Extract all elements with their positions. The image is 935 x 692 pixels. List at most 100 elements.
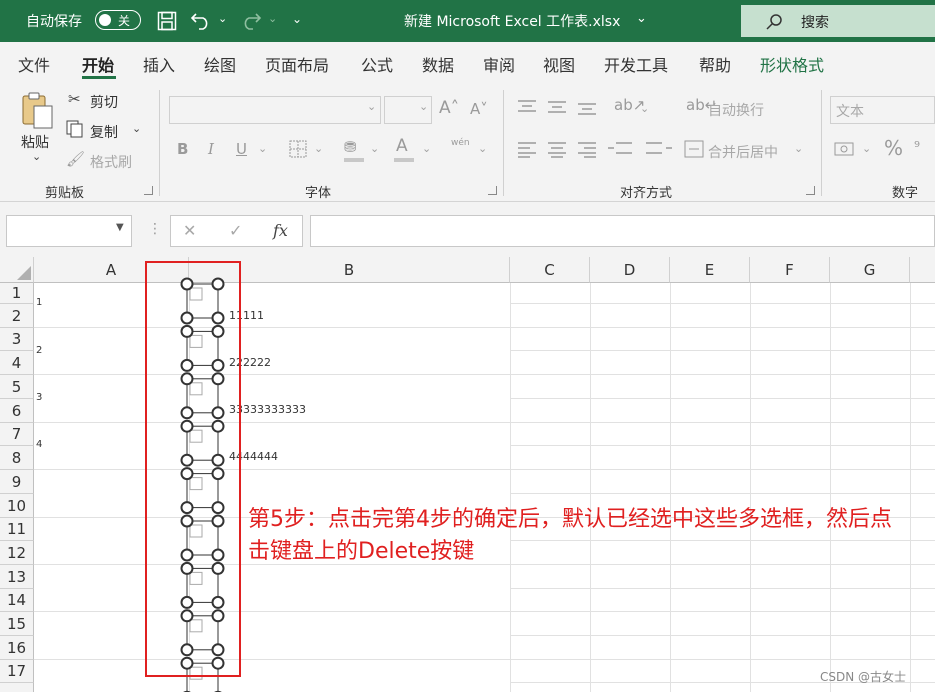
tab-insert[interactable]: 插入: [143, 52, 175, 76]
row-header-16[interactable]: 16: [0, 636, 34, 660]
column-header-g[interactable]: G: [830, 257, 910, 283]
tab-shape-format[interactable]: 形状格式: [760, 52, 824, 76]
column-header-d[interactable]: D: [590, 257, 670, 283]
ribbon-tabs: 文件 开始 插入 绘图 页面布局 公式 数据 审阅 视图 开发工具 帮助 形状格…: [0, 42, 935, 82]
gridline: [510, 283, 511, 692]
formula-bar-grip-icon[interactable]: ⋮: [148, 221, 162, 237]
gridline: [910, 283, 911, 692]
autosave-toggle[interactable]: 关: [95, 10, 141, 30]
gridline: [510, 445, 935, 446]
step-annotation: 第5步：点击完第4步的确定后，默认已经选中这些多选框，然后点击键盘上的Delet…: [248, 507, 892, 564]
tab-developer[interactable]: 开发工具: [604, 52, 668, 76]
copy-button[interactable]: 复制: [90, 122, 118, 142]
copy-dropdown-icon[interactable]: ⌄: [132, 122, 141, 135]
title-dropdown-icon[interactable]: ⌄: [636, 11, 647, 26]
gridline: [830, 283, 831, 692]
enter-icon: ✓: [229, 221, 243, 240]
accounting-dropdown-icon: ⌄: [862, 142, 872, 155]
cell-a7[interactable]: 4: [36, 439, 42, 450]
select-all-icon: [17, 266, 31, 280]
tab-view[interactable]: 视图: [543, 52, 575, 76]
cell-a3[interactable]: 2: [36, 345, 42, 356]
undo-icon[interactable]: [190, 10, 212, 30]
row-header-14[interactable]: 14: [0, 589, 34, 612]
tab-help[interactable]: 帮助: [699, 52, 731, 76]
fill-color-dropdown-icon: ⌄: [370, 142, 380, 155]
gridline: [670, 283, 671, 692]
fill-color-icon: ⛃: [344, 138, 357, 156]
format-painter-icon: 🖌: [66, 150, 86, 168]
row-header-7[interactable]: 7: [0, 423, 34, 446]
number-format-select: 文本: [830, 96, 935, 124]
row-header-12[interactable]: 12: [0, 541, 34, 565]
name-box[interactable]: [6, 215, 132, 247]
customize-toolbar-icon[interactable]: ⌄: [292, 12, 302, 26]
row-header-10[interactable]: 10: [0, 494, 34, 518]
select-all-corner[interactable]: [0, 257, 34, 283]
gridline: [510, 493, 935, 494]
tab-draw[interactable]: 绘图: [204, 52, 236, 76]
insert-function-icon[interactable]: fx: [273, 221, 288, 240]
row-header-9[interactable]: 9: [0, 470, 34, 494]
row-header-17[interactable]: 17: [0, 660, 34, 683]
shrink-font-icon: A˅: [470, 100, 488, 118]
row-header-15[interactable]: 15: [0, 612, 34, 636]
tab-page-layout[interactable]: 页面布局: [265, 52, 329, 76]
number-group-label: 数字: [892, 186, 919, 201]
row-header-13[interactable]: 13: [0, 565, 34, 589]
column-header-h[interactable]: [910, 257, 935, 283]
font-size-dropdown-icon: ⌄: [419, 100, 429, 113]
search-icon: [766, 14, 782, 30]
clipboard-launcher-icon[interactable]: [144, 186, 153, 195]
title-bar: 自动保存 关 ⌄ ⌄ ⌄ 新建 Microsoft Excel 工作表.xlsx…: [0, 0, 935, 42]
paste-icon[interactable]: [20, 90, 56, 130]
search-label: 搜索: [801, 15, 829, 31]
paste-dropdown-icon[interactable]: ⌄: [32, 150, 41, 163]
row-header-2[interactable]: 2: [0, 304, 34, 328]
toggle-knob: [99, 14, 111, 26]
tab-formulas[interactable]: 公式: [361, 52, 393, 76]
name-box-dropdown-icon[interactable]: ▼: [116, 222, 124, 233]
row-header-11[interactable]: 11: [0, 518, 34, 541]
borders-icon: [289, 140, 307, 158]
cell-a5[interactable]: 3: [36, 392, 42, 403]
tab-data[interactable]: 数据: [422, 52, 454, 76]
copy-icon: [66, 120, 83, 138]
search-box[interactable]: 搜索: [741, 5, 935, 37]
alignment-launcher-icon[interactable]: [806, 186, 815, 195]
row-header-6[interactable]: 6: [0, 399, 34, 423]
row-header-18[interactable]: [0, 683, 34, 692]
cut-button[interactable]: 剪切: [90, 92, 118, 112]
grow-font-icon: A˄: [439, 98, 460, 118]
font-launcher-icon[interactable]: [488, 186, 497, 195]
underline-button: U: [236, 140, 247, 158]
save-icon[interactable]: [157, 11, 177, 31]
column-header-c[interactable]: C: [510, 257, 590, 283]
merge-dropdown-icon: ⌄: [794, 142, 804, 155]
format-painter-button: 格式刷: [90, 155, 132, 171]
column-header-f[interactable]: F: [750, 257, 830, 283]
tab-home[interactable]: 开始: [82, 52, 114, 76]
number-format-value: 文本: [836, 104, 864, 120]
font-color-bar: [394, 158, 414, 162]
watermark: CSDN @古女士: [820, 670, 907, 684]
row-header-3[interactable]: 3: [0, 328, 34, 351]
row-header-5[interactable]: 5: [0, 375, 34, 399]
worksheet-grid[interactable]: A B C D E F G 1 2 3 4 5 6 7 8 9 10 11 12…: [0, 257, 935, 692]
formula-input[interactable]: [310, 215, 935, 247]
cell-a1[interactable]: 1: [36, 297, 42, 308]
row-header-1[interactable]: 1: [0, 283, 34, 304]
tab-file[interactable]: 文件: [18, 52, 50, 76]
row-header-8[interactable]: 8: [0, 446, 34, 470]
undo-dropdown-icon[interactable]: ⌄: [218, 12, 227, 25]
ribbon-home: 粘贴 ⌄ ✂ 剪切 复制 ⌄ 🖌 格式刷 剪贴板 ⌄ ⌄ A˄ A˅ B I U…: [0, 82, 935, 202]
merge-center-icon: [684, 140, 704, 158]
font-color-dropdown-icon: ⌄: [422, 142, 432, 155]
row-header-4[interactable]: 4: [0, 351, 34, 375]
tab-review[interactable]: 审阅: [483, 52, 515, 76]
gridline: [750, 283, 751, 692]
font-name-dropdown-icon: ⌄: [367, 100, 377, 113]
paste-button[interactable]: 粘贴: [21, 132, 49, 152]
column-header-e[interactable]: E: [670, 257, 750, 283]
comma-style-icon: ⁹: [914, 138, 921, 156]
